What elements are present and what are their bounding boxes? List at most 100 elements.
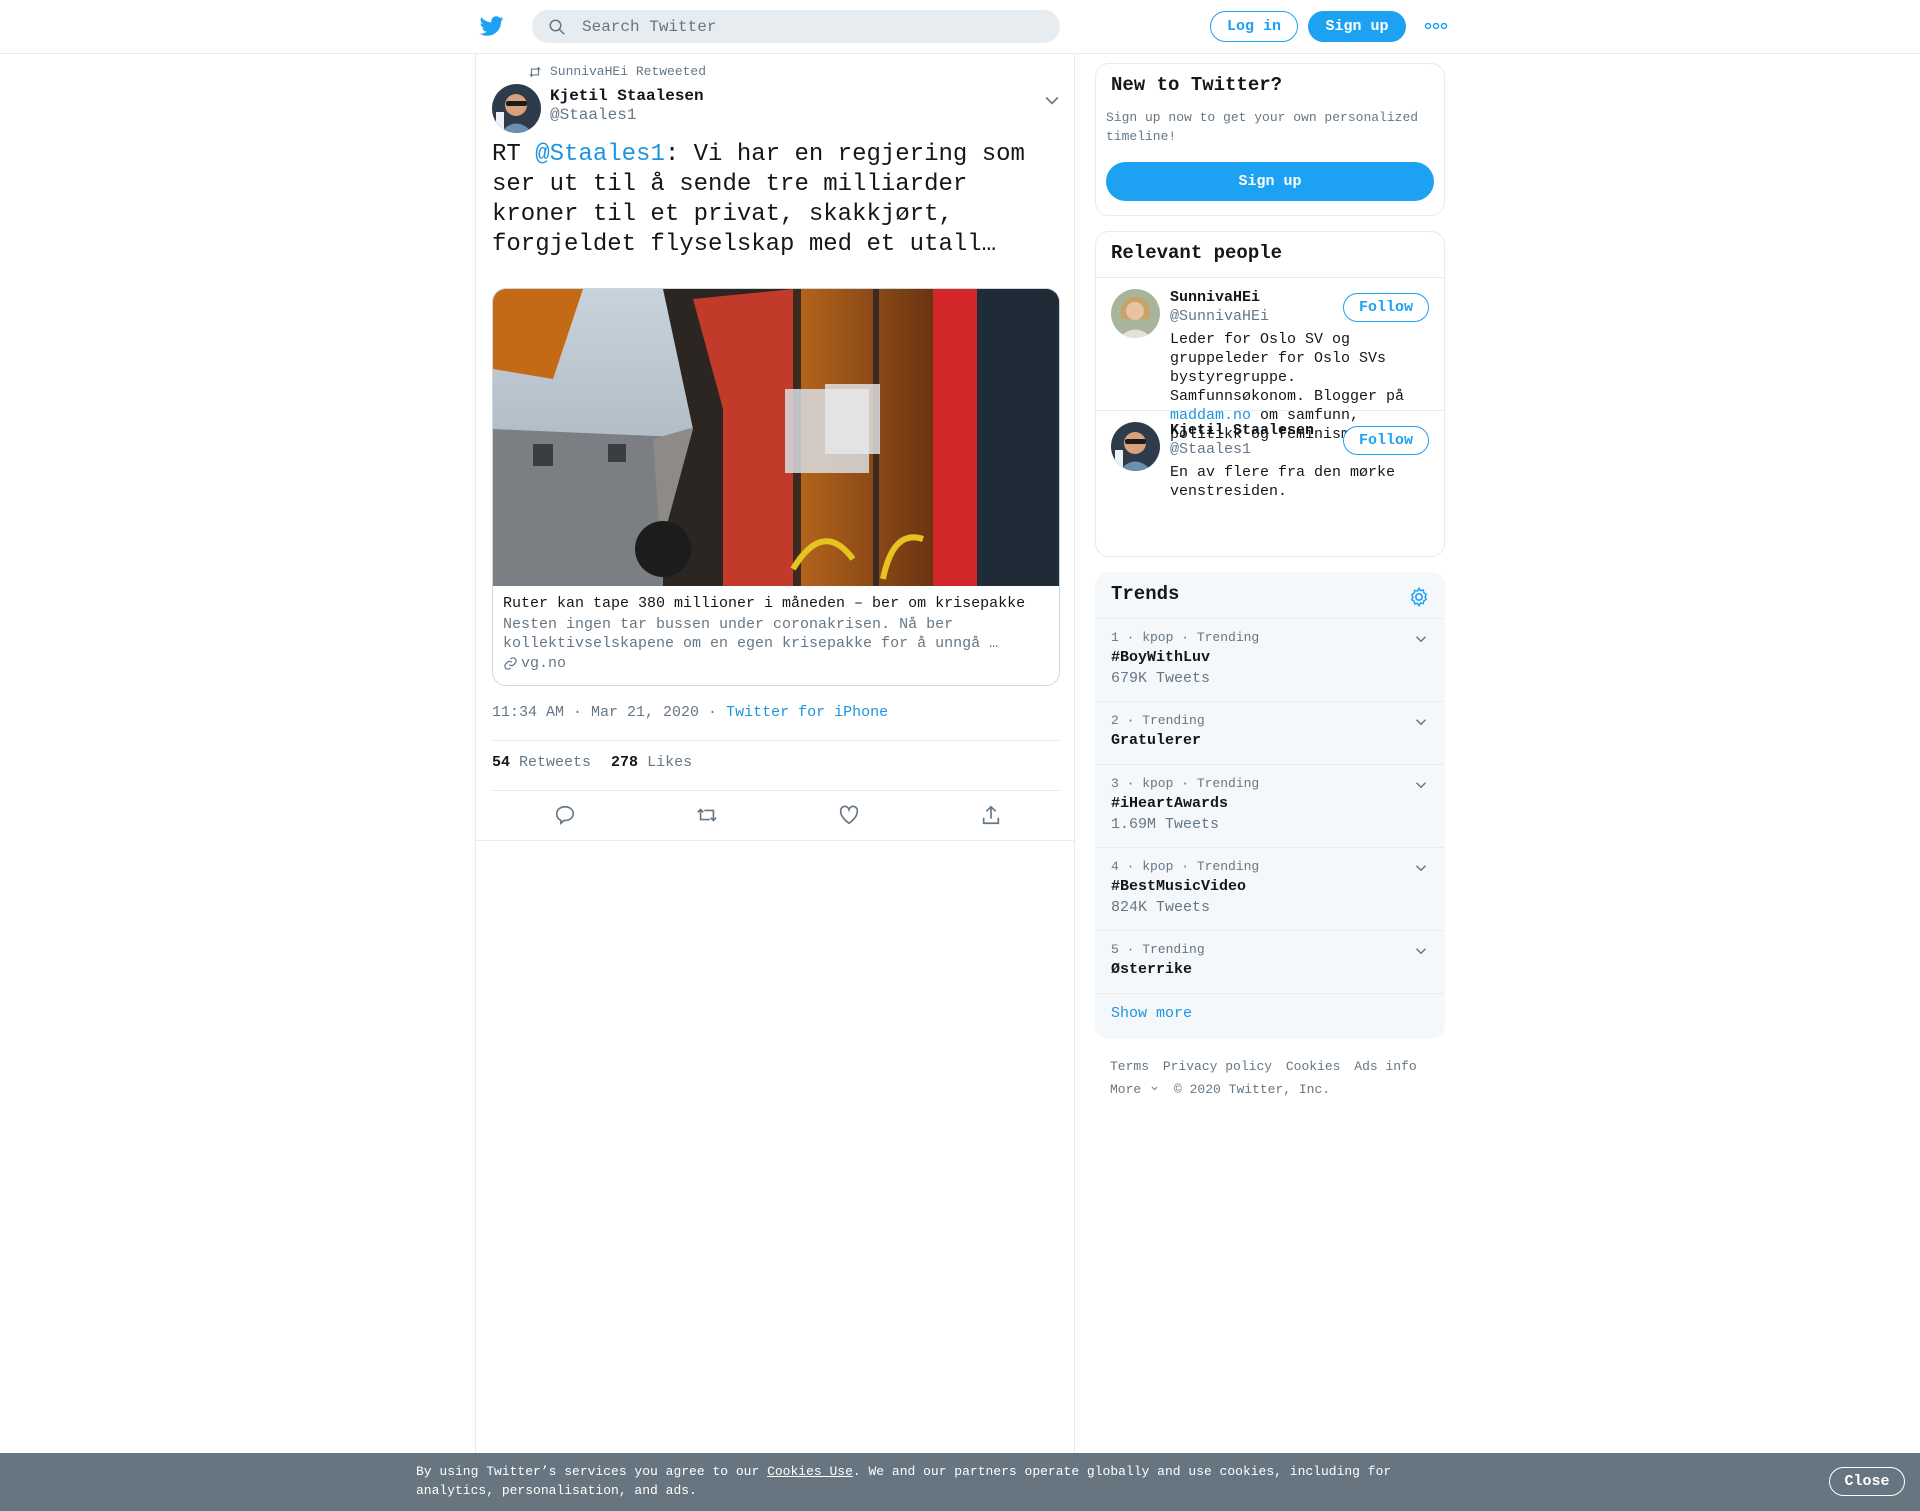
relevant-people-box: Relevant people SunnivaHEi @SunnivaHEi F… [1095, 231, 1445, 557]
trend-item[interactable]: 4 · kpop · Trending #BestMusicVideo 824K… [1096, 849, 1444, 931]
bio-text: Leder for Oslo SV og gruppeleder for Osl… [1170, 331, 1405, 405]
footer-copyright: © 2020 Twitter, Inc. [1174, 1082, 1331, 1097]
likes-label: Likes [647, 754, 693, 771]
trends-box: Trends 1 · kpop · Trending #BoyWithLuv 6… [1095, 572, 1445, 1039]
trend-name: Østerrike [1111, 961, 1193, 978]
top-header: Log in Sign up [0, 0, 1920, 54]
relevant-people-title: Relevant people [1111, 242, 1283, 264]
search-box[interactable] [532, 10, 1060, 43]
signup-button[interactable]: Sign up [1308, 11, 1406, 42]
footer-links-row: Terms Privacy policy Cookies Ads info [1110, 1055, 1440, 1078]
follow-button[interactable]: Follow [1343, 426, 1429, 455]
trend-meta: 5 · Trending [1111, 942, 1205, 957]
divider [492, 740, 1060, 741]
card-domain-text: vg.no [521, 655, 567, 672]
footer-link-ads[interactable]: Ads info [1354, 1059, 1416, 1074]
relevant-people-header: Relevant people [1096, 232, 1444, 278]
cookies-use-link[interactable]: Cookies Use [767, 1464, 853, 1479]
more-dots-icon[interactable] [1424, 18, 1448, 34]
mention-link[interactable]: @Staales1 [535, 141, 665, 168]
reply-icon[interactable] [554, 804, 576, 826]
like-icon[interactable] [838, 804, 860, 826]
divider [492, 790, 1060, 791]
tweet-text: RT @Staales1: Vi har en regjering som se… [492, 140, 1062, 260]
trends-title: Trends [1111, 583, 1180, 605]
retweet-small-icon [529, 66, 541, 77]
likes-stat[interactable]: 278 Likes [611, 754, 692, 771]
trend-count: 679K Tweets [1111, 670, 1211, 687]
trend-count: 1.69M Tweets [1111, 816, 1220, 833]
tweet-text-prefix: RT [492, 141, 536, 168]
tweet-source-link[interactable]: Twitter for iPhone [726, 704, 888, 721]
gear-icon[interactable] [1408, 586, 1430, 608]
card-domain: vg.no [503, 655, 566, 672]
trend-meta: 2 · Trending [1111, 713, 1205, 728]
follow-button[interactable]: Follow [1343, 293, 1429, 322]
new-to-twitter-title: New to Twitter? [1111, 74, 1283, 96]
retweet-icon[interactable] [696, 804, 718, 826]
cookie-close-button[interactable]: Close [1829, 1467, 1905, 1496]
cookie-text-before: By using Twitter’s services you agree to… [416, 1464, 768, 1479]
person-name[interactable]: Kjetil Staalesen [1170, 422, 1314, 439]
new-to-twitter-box: New to Twitter? Sign up now to get your … [1095, 63, 1445, 216]
person-name[interactable]: SunnivaHEi [1170, 289, 1260, 306]
share-icon[interactable] [980, 804, 1002, 826]
new-to-twitter-subtitle: Sign up now to get your own personalized… [1106, 110, 1419, 144]
trend-meta: 3 · kpop · Trending [1111, 776, 1260, 791]
chevron-down-icon [1151, 1086, 1158, 1091]
avatar[interactable] [1111, 422, 1160, 471]
trend-item[interactable]: 5 · Trending Østerrike [1096, 932, 1444, 994]
twitter-bird-icon[interactable] [479, 14, 505, 38]
trend-item[interactable]: 3 · kpop · Trending #iHeartAwards 1.69M … [1096, 766, 1444, 848]
card-title: Ruter kan tape 380 millioner i måneden –… [503, 595, 1026, 612]
login-button[interactable]: Log in [1210, 11, 1298, 42]
card-image-bus [493, 289, 1059, 586]
retweets-label: Retweets [519, 754, 592, 771]
person-bio: En av flere fra den mørke venstresiden. [1170, 464, 1396, 500]
trend-item[interactable]: 2 · Trending Gratulerer [1096, 703, 1444, 765]
author-handle[interactable]: @Staales1 [550, 106, 636, 124]
show-more-link[interactable]: Show more [1111, 1005, 1192, 1022]
link-icon [504, 657, 517, 670]
author-name[interactable]: Kjetil Staalesen [550, 87, 704, 105]
trend-item[interactable]: 1 · kpop · Trending #BoyWithLuv 679K Twe… [1096, 620, 1444, 702]
sidebar-signup-button[interactable]: Sign up [1106, 162, 1434, 201]
trend-count: 824K Tweets [1111, 899, 1211, 916]
chevron-down-icon[interactable] [1412, 776, 1430, 794]
footer-link-cookies[interactable]: Cookies [1286, 1059, 1341, 1074]
retweets-stat[interactable]: 54 Retweets [492, 754, 591, 771]
search-icon [549, 19, 565, 35]
tweet-actions [492, 796, 1060, 836]
chevron-down-icon[interactable] [1412, 942, 1430, 960]
footer-second-row: More © 2020 Twitter, Inc. [1110, 1078, 1440, 1101]
search-input[interactable] [582, 10, 1042, 43]
footer-link-privacy[interactable]: Privacy policy [1163, 1059, 1272, 1074]
footer-link-terms[interactable]: Terms [1110, 1059, 1149, 1074]
person-handle[interactable]: @Staales1 [1170, 441, 1251, 458]
retweet-context[interactable]: SunnivaHEi Retweeted [528, 64, 706, 79]
trend-meta: 1 · kpop · Trending [1111, 630, 1260, 645]
card-description: Nesten ingen tar bussen under coronakris… [503, 616, 999, 652]
retweets-count: 54 [492, 754, 511, 771]
link-card[interactable]: Ruter kan tape 380 millioner i måneden –… [492, 288, 1060, 686]
chevron-down-icon[interactable] [1042, 90, 1062, 110]
tweet-stats: 54 Retweets 278 Likes [492, 754, 692, 771]
chevron-down-icon[interactable] [1412, 713, 1430, 731]
timestamp-text[interactable]: 11:34 AM · Mar 21, 2020 [492, 704, 699, 721]
chevron-down-icon[interactable] [1412, 859, 1430, 877]
person-card[interactable]: SunnivaHEi @SunnivaHEi Follow Leder for … [1096, 279, 1444, 443]
person-card[interactable]: Kjetil Staalesen @Staales1 Follow En av … [1096, 412, 1444, 512]
trend-name: #BestMusicVideo [1111, 878, 1247, 895]
avatar[interactable] [1111, 289, 1160, 338]
tweet-column: SunnivaHEi Retweeted Kjetil Staalesen @S… [475, 54, 1075, 1454]
trend-name: Gratulerer [1111, 732, 1202, 749]
author-avatar[interactable] [492, 84, 541, 133]
sidebar-footer: Terms Privacy policy Cookies Ads info Mo… [1110, 1055, 1440, 1101]
person-handle[interactable]: @SunnivaHEi [1170, 308, 1269, 325]
tweet-timestamp: 11:34 AM · Mar 21, 2020 · Twitter for iP… [492, 704, 888, 721]
footer-more-label: More [1110, 1082, 1142, 1097]
retweeted-by-label: SunnivaHEi Retweeted [550, 64, 707, 79]
chevron-down-icon[interactable] [1412, 630, 1430, 648]
footer-more-menu[interactable]: More [1110, 1082, 1160, 1097]
trend-name: #BoyWithLuv [1111, 649, 1211, 666]
